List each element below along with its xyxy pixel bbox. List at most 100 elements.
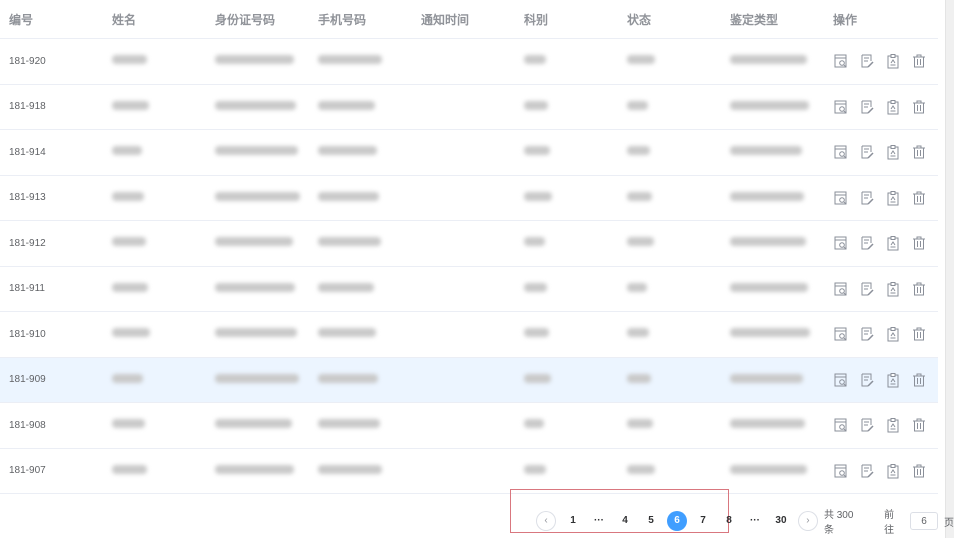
clipboard-icon[interactable] <box>885 372 901 388</box>
trash-icon[interactable] <box>911 372 927 388</box>
edit-icon[interactable] <box>859 417 875 433</box>
trash-icon[interactable] <box>911 144 927 160</box>
trash-icon[interactable] <box>911 463 927 479</box>
vertical-scrollbar[interactable] <box>945 0 954 538</box>
cell-redacted <box>206 464 309 477</box>
table-row[interactable]: 181-918 <box>0 85 938 130</box>
cell-redacted <box>206 373 309 386</box>
redacted-value <box>112 146 142 156</box>
table-row[interactable]: 181-913 <box>0 176 938 221</box>
clipboard-icon[interactable] <box>885 190 901 206</box>
edit-icon[interactable] <box>859 281 875 297</box>
cell-redacted <box>721 282 824 295</box>
redacted-value <box>215 464 294 474</box>
view-icon[interactable] <box>833 99 849 115</box>
edit-icon[interactable] <box>859 235 875 251</box>
column-header: 编号 <box>9 12 34 27</box>
edit-icon[interactable] <box>859 463 875 479</box>
view-icon[interactable] <box>833 326 849 342</box>
cell-redacted <box>309 282 412 295</box>
clipboard-icon[interactable] <box>885 235 901 251</box>
page-ellipsis[interactable]: ··· <box>586 511 612 531</box>
table-row[interactable]: 181-912 <box>0 221 938 267</box>
view-icon[interactable] <box>833 372 849 388</box>
next-page-button[interactable]: › <box>797 511 818 531</box>
clipboard-icon[interactable] <box>885 417 901 433</box>
clipboard-icon[interactable] <box>885 99 901 115</box>
edit-icon[interactable] <box>859 326 875 342</box>
table-row[interactable]: 181-910 <box>0 312 938 358</box>
table-row[interactable]: 181-914 <box>0 130 938 176</box>
page-6[interactable]: 6 <box>666 511 687 531</box>
view-icon[interactable] <box>833 144 849 160</box>
view-icon[interactable] <box>833 235 849 251</box>
view-icon[interactable] <box>833 190 849 206</box>
table-row[interactable]: 181-920 <box>0 39 938 85</box>
goto-page-input[interactable] <box>909 512 938 530</box>
table-header: 编号 姓名 身份证号码 手机号码 通知时间 科别 状态 鉴定类型 操作 <box>0 0 938 39</box>
cell-redacted <box>618 146 721 158</box>
edit-icon[interactable] <box>859 99 875 115</box>
redacted-value <box>215 282 295 292</box>
clipboard-icon[interactable] <box>885 281 901 297</box>
clipboard-icon[interactable] <box>885 463 901 479</box>
redacted-value <box>112 419 145 429</box>
redacted-value <box>318 373 378 383</box>
clipboard-icon[interactable] <box>885 53 901 69</box>
page-4[interactable]: 4 <box>612 511 638 531</box>
table-row[interactable]: 181-911 <box>0 267 938 312</box>
trash-icon[interactable] <box>911 190 927 206</box>
cell-redacted <box>721 191 824 204</box>
cell-redacted <box>206 146 309 158</box>
redacted-value <box>627 100 648 110</box>
cell-redacted <box>206 191 309 204</box>
edit-icon[interactable] <box>859 53 875 69</box>
page-7[interactable]: 7 <box>690 511 716 531</box>
clipboard-icon[interactable] <box>885 144 901 160</box>
redacted-value <box>524 419 544 429</box>
redacted-value <box>524 146 550 156</box>
page-5[interactable]: 5 <box>638 511 664 531</box>
trash-icon[interactable] <box>911 417 927 433</box>
cell-actions <box>824 190 927 206</box>
redacted-value <box>112 191 144 201</box>
view-icon[interactable] <box>833 281 849 297</box>
cell-redacted <box>618 328 721 340</box>
trash-icon[interactable] <box>911 326 927 342</box>
trash-icon[interactable] <box>911 235 927 251</box>
trash-icon[interactable] <box>911 99 927 115</box>
redacted-value <box>318 237 381 247</box>
view-icon[interactable] <box>833 417 849 433</box>
page-1[interactable]: 1 <box>560 511 586 531</box>
view-icon[interactable] <box>833 463 849 479</box>
cell-redacted <box>206 282 309 295</box>
trash-icon[interactable] <box>911 281 927 297</box>
edit-icon[interactable] <box>859 144 875 160</box>
page-ellipsis[interactable]: ··· <box>742 511 768 531</box>
redacted-value <box>318 282 374 292</box>
table-row[interactable]: 181-907 <box>0 449 938 494</box>
view-icon[interactable] <box>833 53 849 69</box>
cell-redacted <box>103 419 206 431</box>
cell-redacted <box>721 328 824 340</box>
edit-icon[interactable] <box>859 372 875 388</box>
page-30[interactable]: 30 <box>768 511 794 531</box>
cell-id: 181-913 <box>9 192 46 204</box>
cell-actions <box>824 99 927 115</box>
prev-page-button[interactable]: ‹ <box>536 511 556 531</box>
table-row[interactable]: 181-909 <box>0 357 938 403</box>
goto-suffix: 页 <box>943 517 954 529</box>
page-8[interactable]: 8 <box>716 511 742 531</box>
trash-icon[interactable] <box>911 53 927 69</box>
cell-redacted <box>721 146 824 158</box>
cell-redacted <box>515 282 618 295</box>
redacted-value <box>215 237 293 247</box>
edit-icon[interactable] <box>859 190 875 206</box>
data-table: 编号 姓名 身份证号码 手机号码 通知时间 科别 状态 鉴定类型 操作 181-920 181-9… <box>0 0 938 494</box>
cell-id: 181-914 <box>9 146 46 158</box>
table-row[interactable]: 181-908 <box>0 403 938 449</box>
redacted-value <box>730 237 806 247</box>
cell-id: 181-910 <box>9 328 46 340</box>
clipboard-icon[interactable] <box>885 326 901 342</box>
cell-redacted <box>206 237 309 249</box>
